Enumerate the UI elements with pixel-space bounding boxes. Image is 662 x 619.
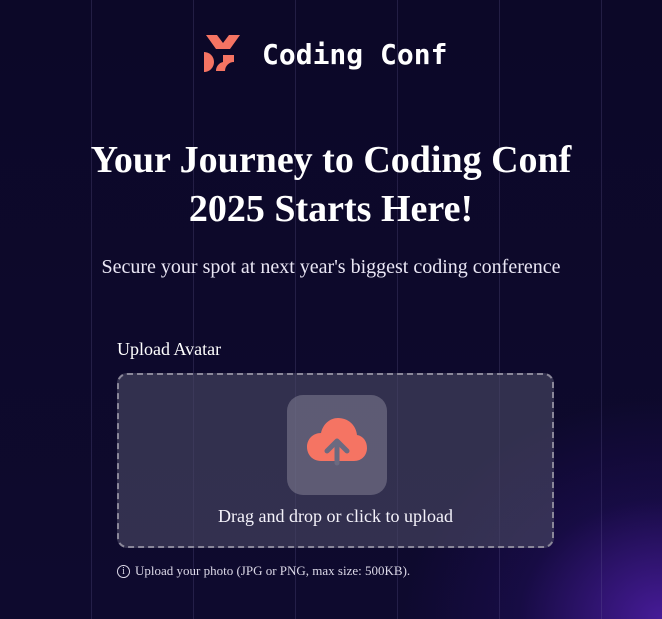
title-line-1: Your Journey to Coding Conf xyxy=(90,139,572,181)
avatar-label: Upload Avatar xyxy=(117,339,222,359)
cloud-upload-icon xyxy=(305,411,369,480)
brand-name: Coding Conf xyxy=(262,37,448,71)
page-subtitle: Secure your spot at next year's biggest … xyxy=(101,256,561,278)
title-line-2: 2025 Starts Here! xyxy=(188,188,474,230)
info-icon: i xyxy=(117,564,130,578)
brand-logo: Coding Conf xyxy=(204,34,447,74)
background-gridline xyxy=(91,0,92,619)
background-gridline xyxy=(601,0,602,619)
upload-icon-container xyxy=(287,395,387,495)
upload-hint: i Upload your photo (JPG or PNG, max siz… xyxy=(117,563,410,579)
page-title: Your Journey to Coding Conf 2025 Starts … xyxy=(0,136,662,234)
upload-hint-text: Upload your photo (JPG or PNG, max size:… xyxy=(135,563,411,578)
logo-icon xyxy=(204,35,242,73)
dropzone-text: Drag and drop or click to upload xyxy=(218,506,453,526)
avatar-dropzone[interactable]: Drag and drop or click to upload xyxy=(117,373,554,548)
